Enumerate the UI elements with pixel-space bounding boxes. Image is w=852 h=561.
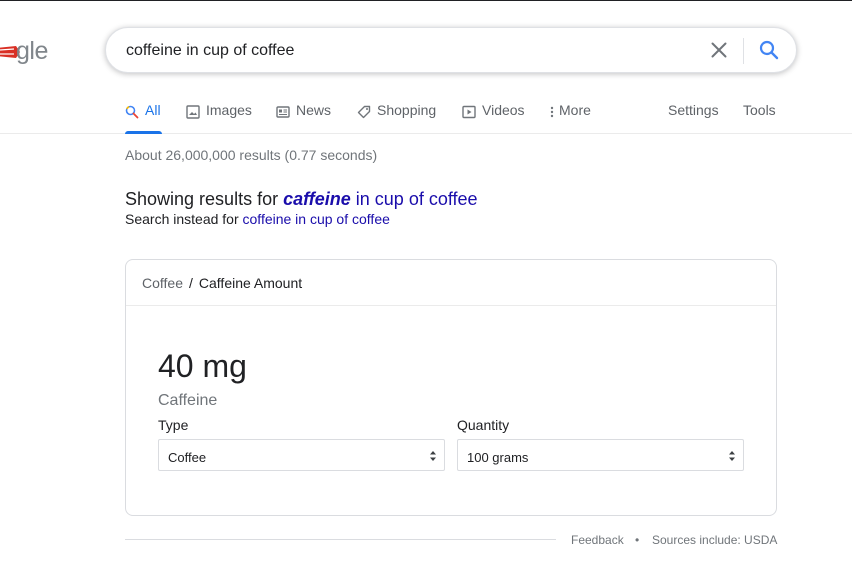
tab-videos[interactable]: Videos — [462, 102, 525, 134]
quantity-select-value: 100 grams — [467, 450, 529, 465]
more-vertical-icon — [550, 106, 554, 118]
breadcrumb: Coffee / Caffeine Amount — [142, 275, 302, 291]
close-icon — [711, 42, 727, 58]
tools-label: Tools — [743, 102, 776, 118]
footer-separator: • — [635, 533, 640, 547]
instead-prefix: Search instead for — [125, 211, 243, 227]
tab-images[interactable]: Images — [186, 102, 252, 134]
breadcrumb-current: Caffeine Amount — [198, 275, 303, 291]
settings-label: Settings — [668, 102, 719, 118]
corrected-rest: in cup of coffee — [350, 189, 478, 209]
card-header: Coffee / Caffeine Amount — [126, 260, 776, 306]
tab-videos-label: Videos — [482, 102, 525, 118]
logo-text: gle — [16, 37, 48, 65]
active-tab-indicator — [125, 131, 162, 134]
sources-text: Sources include: USDA — [652, 533, 778, 547]
tab-images-label: Images — [206, 102, 252, 118]
corrected-query-link[interactable]: caffeine in cup of coffee — [283, 189, 477, 209]
feedback-link[interactable]: Feedback — [571, 533, 624, 547]
top-border — [0, 0, 852, 1]
tools-link[interactable]: Tools — [743, 102, 776, 134]
select-arrows-icon — [430, 451, 436, 461]
select-arrows-icon — [729, 451, 735, 461]
amount-label: Caffeine — [158, 392, 218, 409]
search-button[interactable] — [757, 38, 781, 62]
quantity-select[interactable]: 100 grams — [457, 439, 744, 471]
result-stats: About 26,000,000 results (0.77 seconds) — [125, 147, 378, 163]
breadcrumb-separator: / — [189, 275, 193, 291]
clear-search-button[interactable] — [707, 38, 731, 62]
caffeine-amount: 40 mg — [158, 348, 247, 384]
feedback-divider — [125, 539, 556, 540]
tab-more[interactable]: More — [548, 102, 591, 134]
search-instead-for: Search instead for coffeine in cup of co… — [125, 211, 390, 227]
search-icon — [759, 40, 779, 60]
search-tabs: All Images News Shopping Videos More Set… — [0, 96, 852, 134]
play-icon — [462, 105, 476, 119]
tab-all-label: All — [145, 102, 161, 118]
quantity-label: Quantity — [457, 417, 510, 433]
tab-more-label: More — [559, 102, 591, 118]
original-query-link[interactable]: coffeine in cup of coffee — [243, 211, 390, 227]
tab-news[interactable]: News — [276, 102, 331, 134]
search-box[interactable] — [105, 27, 797, 73]
search-box-divider — [743, 38, 744, 64]
search-icon — [125, 105, 139, 119]
tag-icon — [357, 105, 371, 119]
image-icon — [186, 105, 200, 119]
news-icon — [276, 106, 290, 118]
google-logo[interactable]: gle — [0, 34, 56, 68]
type-label: Type — [158, 417, 189, 433]
type-select[interactable]: Coffee — [158, 439, 445, 471]
corrected-word: caffeine — [283, 189, 351, 209]
tab-shopping-label: Shopping — [377, 102, 437, 118]
type-select-value: Coffee — [168, 450, 207, 465]
showing-results-for: Showing results for caffeine in cup of c… — [125, 189, 478, 210]
tab-shopping[interactable]: Shopping — [357, 102, 436, 134]
tab-all[interactable]: All — [125, 102, 162, 134]
nutrition-card: Coffee / Caffeine Amount 40 mg Caffeine Ty… — [125, 259, 777, 516]
tab-news-label: News — [296, 102, 332, 118]
settings-link[interactable]: Settings — [668, 102, 719, 134]
search-input[interactable] — [126, 39, 686, 63]
showing-prefix: Showing results for — [125, 189, 284, 209]
breadcrumb-parent[interactable]: Coffee — [142, 275, 183, 291]
